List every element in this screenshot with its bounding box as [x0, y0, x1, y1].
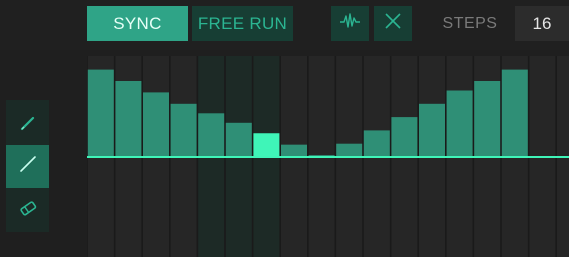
drawing-toolbar: [6, 100, 49, 232]
step-bar[interactable]: [363, 130, 390, 157]
zero-baseline: [87, 156, 569, 158]
step-bar[interactable]: [225, 122, 252, 157]
step-bar[interactable]: [143, 92, 169, 157]
step-bar[interactable]: [446, 90, 473, 158]
step-bar[interactable]: [391, 117, 418, 157]
close-icon: [383, 11, 403, 36]
step-bar[interactable]: [198, 113, 225, 157]
waveform-icon: [339, 12, 361, 35]
pencil-tool-button[interactable]: [6, 104, 49, 147]
sync-button[interactable]: SYNC: [87, 6, 188, 41]
waveform-button[interactable]: [331, 6, 369, 41]
pencil-icon: [19, 114, 37, 137]
step-bar[interactable]: [336, 143, 363, 157]
clear-button[interactable]: [374, 6, 412, 41]
steps-value[interactable]: 16: [515, 6, 569, 41]
step-bar[interactable]: [87, 69, 114, 157]
step-bar[interactable]: [419, 103, 445, 157]
step-bar[interactable]: [115, 81, 142, 157]
step-bar[interactable]: [281, 144, 307, 157]
free-run-button[interactable]: FREE RUN: [192, 6, 293, 41]
step-bar[interactable]: [501, 69, 528, 157]
step-bar[interactable]: [170, 103, 197, 157]
line-tool-button[interactable]: [6, 145, 49, 188]
steps-label: STEPS: [442, 14, 498, 32]
step-sequencer-grid[interactable]: [87, 56, 569, 257]
eraser-icon: [18, 199, 38, 222]
top-bar: SYNC FREE RUN STEPS 16: [0, 0, 569, 50]
eraser-tool-button[interactable]: [6, 189, 49, 232]
step-bar[interactable]: [474, 81, 501, 157]
step-bar-selected[interactable]: [253, 133, 280, 157]
line-tool-icon: [18, 154, 38, 179]
